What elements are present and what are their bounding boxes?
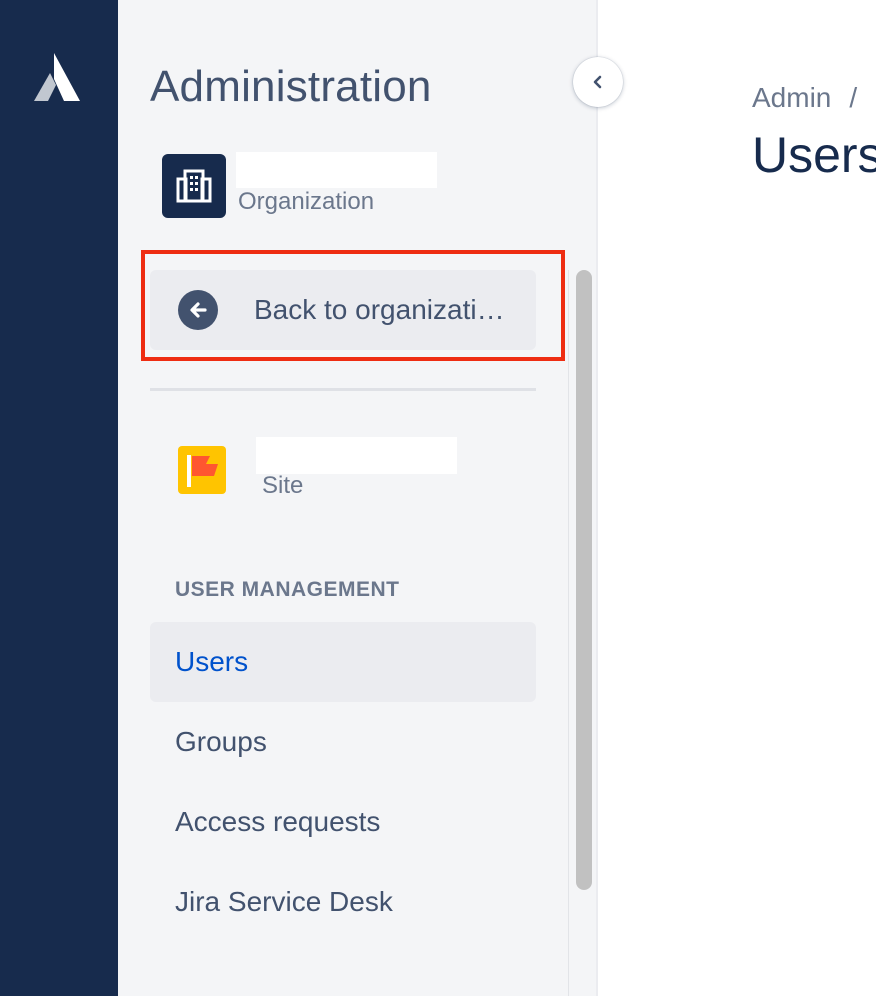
office-building-icon [162,154,226,218]
admin-sidebar: Administration Organization Back to orga… [118,0,598,996]
section-heading-user-management: USER MANAGEMENT [175,578,400,601]
sidebar-item-jira-service-desk[interactable]: Jira Service Desk [150,862,536,942]
arrow-left-circle-icon [178,290,218,330]
global-nav-rail [0,0,118,996]
site-name-redacted [256,437,457,474]
sidebar-scrollbar-thumb[interactable] [576,270,592,890]
page-title: Users [752,127,876,183]
back-to-organization-button[interactable]: Back to organizati… [150,270,536,350]
sidebar-title: Administration [150,62,432,111]
site-caption: Site [262,472,304,499]
sidebar-divider [150,388,536,391]
sidebar-item-access-requests[interactable]: Access requests [150,782,536,862]
breadcrumb-separator: / [849,82,858,113]
breadcrumb-admin-link[interactable]: Admin [752,82,831,113]
organization-caption: Organization [238,188,375,215]
breadcrumb: Admin / [752,82,857,114]
atlassian-logo-icon[interactable] [28,53,80,101]
back-button-label: Back to organizati… [254,294,505,325]
organization-name-redacted [236,152,437,188]
flag-icon [178,446,226,494]
collapse-sidebar-button[interactable] [573,57,623,107]
sidebar-item-users[interactable]: Users [150,622,536,702]
sidebar-item-groups[interactable]: Groups [150,702,536,782]
chevron-left-icon [593,75,602,89]
